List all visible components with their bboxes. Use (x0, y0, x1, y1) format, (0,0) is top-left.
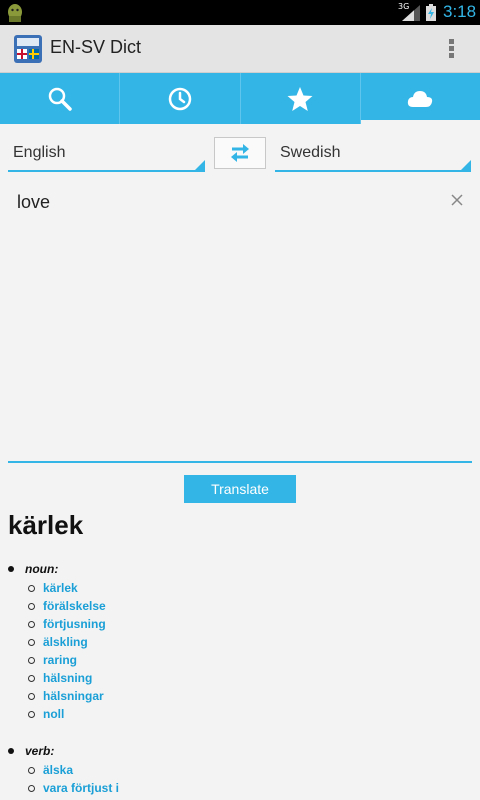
action-bar: EN-SV Dict (0, 25, 480, 73)
dropdown-corner-icon (461, 160, 471, 170)
tab-bar (0, 73, 480, 124)
history-icon (168, 87, 192, 110)
translation-item[interactable]: noll (0, 706, 480, 724)
pos-item: verb: (0, 742, 480, 762)
clock: 3:18 (443, 2, 477, 21)
swap-languages-button[interactable] (214, 137, 266, 169)
dropdown-corner-icon (195, 160, 205, 170)
translation-item[interactable]: förälskelse (0, 598, 480, 616)
translation-link[interactable]: hälsningar (43, 689, 104, 703)
translation-link[interactable]: kärlek (43, 581, 78, 595)
translation-item[interactable]: förtjusning (0, 616, 480, 634)
translation-link[interactable]: noll (43, 707, 64, 721)
target-language-label: Swedish (280, 144, 341, 161)
translation-link[interactable]: raring (43, 653, 77, 667)
circle-bullet-icon (28, 657, 35, 664)
signal-icon (402, 5, 420, 21)
circle-bullet-icon (28, 621, 35, 628)
translation-link[interactable]: älskling (43, 635, 88, 649)
translation-item[interactable]: kärlek (0, 580, 480, 598)
circle-bullet-icon (28, 767, 35, 774)
translation-item[interactable]: älskling (0, 634, 480, 652)
translation-item[interactable]: vara förtjust i (0, 780, 480, 798)
status-bar: 3G 3:18 (0, 0, 480, 25)
translation-item[interactable]: hälsningar (0, 688, 480, 706)
circle-bullet-icon (28, 585, 35, 592)
translate-button[interactable]: Translate (184, 475, 296, 503)
cloud-icon (408, 90, 433, 107)
app-title: EN-SV Dict (50, 37, 142, 57)
translation-link[interactable]: vara förtjust i (43, 781, 119, 795)
clear-icon[interactable] (449, 192, 465, 208)
circle-bullet-icon (28, 675, 35, 682)
translation-item[interactable]: raring (0, 652, 480, 670)
source-language-label: English (13, 144, 66, 161)
translation-link[interactable]: älska (43, 763, 73, 777)
circle-bullet-icon (28, 639, 35, 646)
star-icon (287, 86, 313, 111)
bullet-icon (8, 566, 14, 572)
bullet-icon (8, 748, 14, 754)
translation-link[interactable]: förälskelse (43, 599, 106, 613)
part-of-speech: noun: (25, 562, 59, 576)
result-headword: kärlek (8, 510, 84, 540)
tab-search[interactable] (0, 73, 121, 124)
tab-favorites[interactable] (241, 73, 361, 124)
circle-bullet-icon (28, 711, 35, 718)
word-input[interactable]: love (8, 182, 472, 463)
circle-bullet-icon (28, 603, 35, 610)
circle-bullet-icon (28, 785, 35, 792)
android-icon (8, 4, 22, 22)
part-of-speech: verb: (25, 744, 55, 758)
translation-link[interactable]: hälsning (43, 671, 92, 685)
circle-bullet-icon (28, 693, 35, 700)
overflow-menu-icon[interactable] (446, 38, 456, 62)
search-icon (48, 87, 72, 111)
translation-item[interactable]: hälsning (0, 670, 480, 688)
translation-item[interactable]: älska (0, 762, 480, 780)
battery-icon (426, 4, 436, 21)
tab-online[interactable] (360, 73, 480, 124)
translation-link[interactable]: förtjusning (43, 617, 106, 631)
result-list: noun: kärlek förälskelse förtjusning äls… (0, 560, 480, 798)
tab-history[interactable] (120, 73, 241, 124)
swap-icon (231, 144, 249, 162)
word-input-value: love (17, 192, 51, 212)
app-icon[interactable] (14, 35, 42, 63)
source-language-spinner[interactable]: English (8, 138, 205, 172)
target-language-spinner[interactable]: Swedish (275, 138, 471, 172)
pos-item: noun: (0, 560, 480, 580)
